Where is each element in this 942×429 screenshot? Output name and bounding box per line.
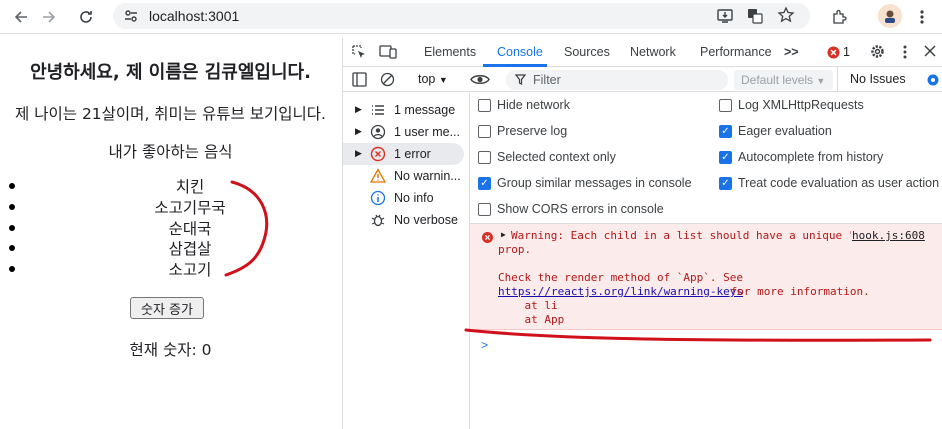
annotation-overlay xyxy=(224,180,932,342)
brace-annotation xyxy=(224,180,269,277)
underline-annotation xyxy=(464,328,932,342)
